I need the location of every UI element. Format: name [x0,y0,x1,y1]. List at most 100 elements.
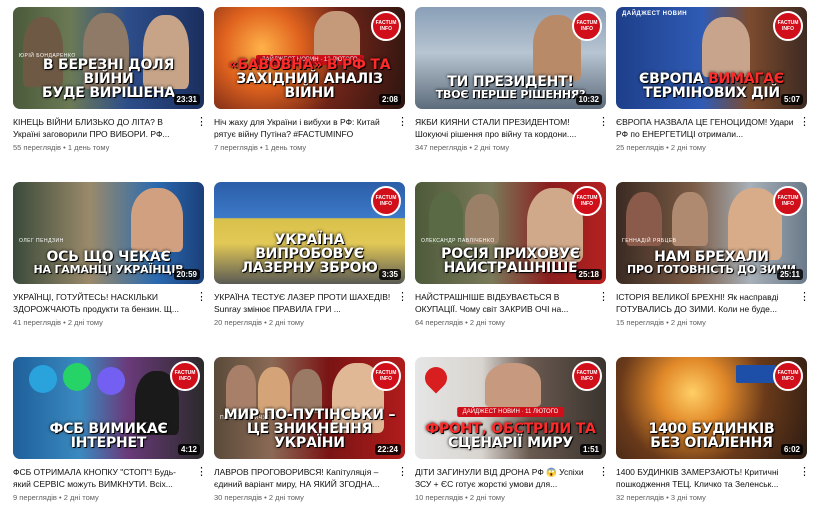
video-title[interactable]: ДІТИ ЗАГИНУЛИ ВІД ДРОНА РФ 😱 Успіхи ЗСУ … [415,466,606,490]
video-title[interactable]: УКРАЇНЦІ, ГОТУЙТЕСЬ! НАСКІЛЬКИ ЗДОРОЖЧАЮ… [13,291,204,315]
video-stats: 25 переглядів • 2 дні тому [616,143,807,152]
video-card[interactable]: FACTUM INFO ФСБ вимикає інтернет 4:12 ФСБ… [13,357,207,502]
thumbnail-headline: Нам брехали про готовність до зими [622,250,801,276]
video-card[interactable]: FACTUM INFO ГЕННАДІЙ РЯБЦЕВ Нам брехали п… [616,182,810,327]
video-card[interactable]: FACTUM INFO 1400 будинків без опалення 6:… [616,357,810,502]
video-title[interactable]: ЯКБИ КИЯНИ СТАЛИ ПРЕЗИДЕНТОМ! Шокуючі рі… [415,116,606,140]
duration-badge: 4:12 [177,444,200,455]
video-title[interactable]: ЄВРОПА НАЗВАЛА ЦЕ ГЕНОЦИДОМ! Удари РФ по… [616,116,807,140]
video-thumbnail[interactable]: ОЛЕГ ПЕНДЗИН Ось що чекає на гаманці укра… [13,182,204,284]
video-thumbnail[interactable]: FACTUM INFO ДАЙДЖЕСТ НОВИН · 11 ЛЮТОГО Ф… [415,357,606,459]
video-title[interactable]: Ніч жаху для України і вибухи в РФ: Кита… [214,116,405,140]
more-options-icon[interactable]: ⋮ [196,116,207,130]
person-image [485,363,541,407]
more-options-icon[interactable]: ⋮ [799,116,810,130]
more-options-icon[interactable]: ⋮ [598,116,609,130]
person-image [429,192,463,244]
video-card[interactable]: ОЛЕГ ПЕНДЗИН Ось що чекає на гаманці укра… [13,182,207,327]
more-options-icon[interactable]: ⋮ [598,291,609,305]
separator: • [264,318,267,327]
video-thumbnail[interactable]: FACTUM INFO Україна випробовує лазерну зб… [214,182,405,284]
thumbnail-headline: В березні доля війни буде вирішена [19,58,198,100]
video-thumbnail[interactable]: FACTUM INFO ГЕННАДІЙ РЯБЦЕВ Нам брехали п… [616,182,807,284]
video-card[interactable]: ДАЙДЖЕСТ НОВИН FACTUM INFO Європа вимага… [616,7,810,152]
more-options-icon[interactable]: ⋮ [799,291,810,305]
video-title[interactable]: ІСТОРІЯ ВЕЛИКОЇ БРЕХНІ! Як насправді ГОТ… [616,291,807,315]
separator: • [666,493,669,502]
video-thumbnail[interactable]: ЮРІЙ БОНДАРЕНКО В березні доля війни буде… [13,7,204,109]
video-thumbnail[interactable]: FACTUM INFO Ти президент! твоє перше ріше… [415,7,606,109]
separator: • [58,493,62,502]
channel-logo: FACTUM INFO [572,11,602,41]
city-sign-icon [736,365,776,383]
video-title[interactable]: 1400 БУДИНКІВ ЗАМЕРЗАЮТЬ! Критичні пошко… [616,466,807,490]
video-title[interactable]: ФСБ ОТРИМАЛА КНОПКУ "СТОП"! Будь-який СЕ… [13,466,204,490]
person-image [702,17,750,77]
video-card[interactable]: FACTUM INFO Україна випробовує лазерну зб… [214,182,408,327]
video-card[interactable]: FACTUM INFO ПАВЛО ЛАКІЙЧУК Мир по-путінс… [214,357,408,502]
more-options-icon[interactable]: ⋮ [196,466,207,480]
view-count: 55 переглядів [13,143,62,152]
person-image [672,192,708,246]
headline-text: В березні доля війни [42,57,175,87]
duration-badge: 2:08 [378,94,401,105]
channel-logo: FACTUM INFO [773,361,803,391]
headline-subtext: про готовність до зими [627,263,796,276]
channel-logo: FACTUM INFO [371,11,401,41]
video-title[interactable]: ЛАВРОВ ПРОГОВОРИВСЯ! Капітуляція – єдини… [214,466,405,490]
video-stats: 20 переглядів • 2 дні тому [214,318,405,327]
duration-badge: 5:07 [780,94,803,105]
thumbnail-headline: Європа вимагає термінових дій [622,72,801,100]
video-stats: 15 переглядів • 2 дні тому [616,318,807,327]
video-title[interactable]: КІНЕЦЬ ВІЙНИ БЛИЗЬКО ДО ЛІТА? В Україні … [13,116,204,140]
video-card[interactable]: FACTUM INFO Ти президент! твоє перше ріше… [415,7,609,152]
viber-icon [97,367,125,395]
video-thumbnail[interactable]: ДАЙДЖЕСТ НОВИН FACTUM INFO Європа вимага… [616,7,807,109]
video-title[interactable]: УКРАЇНА ТЕСТУЄ ЛАЗЕР ПРОТИ ШАХЕДІВ! Sunr… [214,291,405,315]
more-options-icon[interactable]: ⋮ [397,116,408,130]
separator: • [264,493,267,502]
video-card[interactable]: ЮРІЙ БОНДАРЕНКО В березні доля війни буде… [13,7,207,152]
view-count: 10 переглядів [415,493,464,502]
video-stats: 41 переглядів • 2 дні тому [13,318,204,327]
person-image [131,188,183,252]
video-stats: 32 переглядів • 3 дні тому [616,493,807,502]
view-count: 25 переглядів [616,143,665,152]
video-title[interactable]: НАЙСТРАШНІШЕ ВІДБУВАЄТЬСЯ В ОКУПАЦІЇ. Чо… [415,291,606,315]
video-card[interactable]: FACTUM INFO ДАЙДЖЕСТ НОВИН · 11 ЛЮТОГО Ф… [415,357,609,502]
view-count: 64 переглядів [415,318,464,327]
channel-logo: FACTUM INFO [371,186,401,216]
telegram-icon [29,365,57,393]
duration-badge: 22:24 [374,444,401,455]
more-options-icon[interactable]: ⋮ [397,291,408,305]
separator: • [63,318,66,327]
separator: • [666,318,669,327]
duration-badge: 6:02 [780,444,803,455]
thumbnail-headline: Мир по-путінськи – це зникнення України [220,408,399,450]
digest-label: ДАЙДЖЕСТ НОВИН · 11 ЛЮТОГО [456,407,565,417]
view-count: 347 переглядів [415,143,468,152]
video-card[interactable]: FACTUM INFO ОЛЕКСАНДР ПАВЛІЧЕНКО Росія п… [415,182,609,327]
video-stats: 7 переглядів • 1 день тому [214,143,405,152]
headline-text: лазерну зброю [241,260,378,276]
person-image [226,365,256,411]
video-thumbnail[interactable]: FACTUM INFO ПАВЛО ЛАКІЙЧУК Мир по-путінс… [214,357,405,459]
video-stats: 55 переглядів • 1 день тому [13,143,204,152]
more-options-icon[interactable]: ⋮ [397,466,408,480]
video-thumbnail[interactable]: FACTUM INFO ДАЙДЖЕСТ НОВИН · 12 ЛЮТОГО «… [214,7,405,109]
video-card[interactable]: FACTUM INFO ДАЙДЖЕСТ НОВИН · 12 ЛЮТОГО «… [214,7,408,152]
video-thumbnail[interactable]: FACTUM INFO ОЛЕКСАНДР ПАВЛІЧЕНКО Росія п… [415,182,606,284]
headline-text: буде вирішена [41,85,176,101]
headline-text: без опалення [650,435,773,451]
video-stats: 30 переглядів • 2 дні тому [214,493,405,502]
upload-age: 2 дні тому [268,493,304,502]
upload-age: 2 дні тому [469,318,505,327]
more-options-icon[interactable]: ⋮ [799,466,810,480]
video-thumbnail[interactable]: FACTUM INFO 1400 будинків без опалення 6:… [616,357,807,459]
person-image [465,194,499,244]
headline-text: це зникнення України [246,421,373,451]
video-thumbnail[interactable]: FACTUM INFO ФСБ вимикає інтернет 4:12 [13,357,204,459]
more-options-icon[interactable]: ⋮ [598,466,609,480]
separator: • [465,493,468,502]
more-options-icon[interactable]: ⋮ [196,291,207,305]
